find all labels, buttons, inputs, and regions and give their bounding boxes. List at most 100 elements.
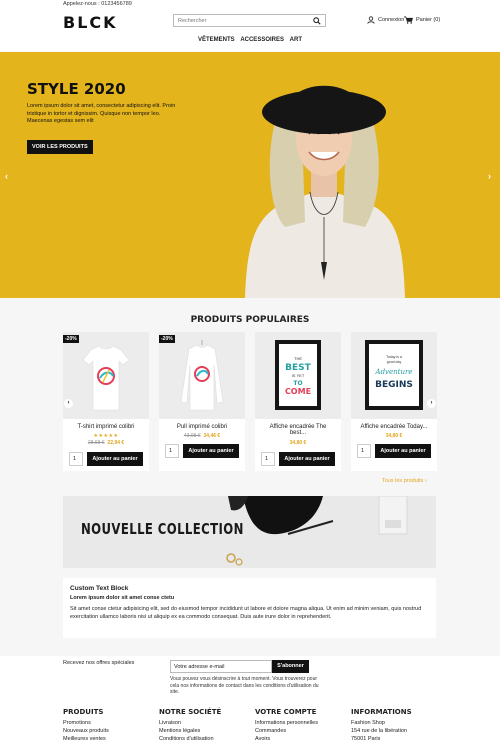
sweater-image	[180, 340, 224, 411]
product-prices: 43,08 €34,46 €	[159, 433, 245, 439]
hero-next-arrow[interactable]: ›	[488, 171, 491, 181]
custom-block-body: Sit amet conse ctetur adipisicing elit, …	[70, 606, 422, 620]
product-prices: 34,80 €	[255, 440, 341, 446]
products-next-arrow[interactable]: ›	[427, 399, 436, 408]
quantity-input[interactable]: 1	[165, 444, 179, 458]
product-prices: 28,68 €22,94 €	[63, 440, 149, 446]
poster-line: BEST	[285, 363, 311, 373]
poster-line: IS YET	[292, 373, 305, 378]
footer-info: Fashion Shop	[351, 720, 385, 726]
footer-heading: VOTRE COMPTE	[255, 708, 317, 716]
add-to-cart-button[interactable]: Ajouter au panier	[279, 452, 335, 466]
custom-text-block: Custom Text Block Lorem ipsum dolor sit …	[63, 578, 436, 638]
add-to-cart-button[interactable]: Ajouter au panier	[375, 444, 431, 458]
product-card[interactable]: THE BEST IS YET TO COME Affiche encadrée…	[255, 332, 341, 471]
footer-link[interactable]: Avoirs	[255, 735, 318, 743]
poster-image: Today is a good day Adventure BEGINS	[365, 340, 423, 410]
all-products-link[interactable]: Tous les produits ›	[382, 478, 427, 484]
quantity-input[interactable]: 1	[69, 452, 83, 466]
poster-line: BEGINS	[375, 380, 413, 390]
discount-badge: -20%	[63, 335, 79, 343]
cart-link[interactable]: Panier (0)	[404, 16, 440, 24]
product-name[interactable]: T-shirt imprimé colibri	[63, 424, 149, 430]
nav-item-accessoires[interactable]: ACCESSOIRES	[240, 37, 284, 43]
login-label: Connexion	[378, 17, 405, 23]
product-name[interactable]: Affiche encadrée The best...	[263, 424, 333, 436]
product-prices: 34,80 €	[351, 433, 437, 439]
product-name[interactable]: Affiche encadrée Today...	[351, 424, 437, 430]
hero-title: STYLE 2020	[27, 80, 126, 98]
footer-link[interactable]: Livraison	[159, 719, 221, 727]
phone-number: Appelez-nous : 0123456789	[63, 1, 132, 7]
newsletter-label: Recevez nos offres spéciales	[63, 660, 135, 666]
footer-info: 75001 Paris	[351, 736, 381, 742]
poster-line: THE	[294, 356, 302, 361]
product-card[interactable]: -20% Pull imprimé colibri 43,08 €34,46 €…	[159, 332, 245, 471]
new-collection-banner[interactable]: NOUVELLE COLLECTION	[63, 496, 436, 568]
cart-icon	[404, 16, 413, 24]
newsletter-note: Vous pouvez vous désinscrire à tout mome…	[170, 676, 319, 695]
old-price: 43,08 €	[183, 433, 201, 439]
tshirt-image	[82, 345, 130, 411]
logo[interactable]: BLCK	[63, 13, 118, 32]
poster-image: THE BEST IS YET TO COME	[275, 340, 321, 410]
subscribe-button[interactable]: S'abonner	[272, 660, 309, 673]
product-image[interactable]: THE BEST IS YET TO COME	[255, 332, 341, 419]
newsletter-email-input[interactable]: Votre adresse e-mail	[170, 660, 272, 673]
footer-column-account: VOTRE COMPTE Informations personnelles C…	[255, 708, 318, 743]
price: 34,80 €	[289, 440, 307, 446]
product-image[interactable]: Today is a good day Adventure BEGINS	[351, 332, 437, 419]
old-price: 28,68 €	[87, 440, 105, 446]
nav-item-vetements[interactable]: VÊTEMENTS	[198, 37, 235, 43]
footer-heading: NOTRE SOCIÉTÉ	[159, 708, 222, 716]
nav-item-art[interactable]: ART	[290, 37, 302, 43]
poster-line: Adventure	[375, 368, 413, 376]
footer-link[interactable]: Commandes	[255, 727, 318, 735]
poster-line: COME	[285, 387, 311, 396]
cart-label: Panier (0)	[416, 17, 441, 23]
search-input[interactable]	[174, 15, 304, 26]
add-to-cart-button[interactable]: Ajouter au panier	[183, 444, 239, 458]
banner-text: NOUVELLE COLLECTION	[81, 520, 244, 538]
product-image[interactable]	[63, 332, 149, 419]
poster-line: Today is a	[386, 355, 402, 359]
footer-link[interactable]: Nouveaux produits	[63, 727, 109, 735]
custom-block-subtitle: Lorem ipsum dolor sit amet conse ctetu	[70, 595, 175, 601]
quantity-input[interactable]: 1	[357, 444, 371, 458]
product-card[interactable]: -20% T-shirt imprimé colibri ★★★★★ 28,68…	[63, 332, 149, 471]
footer-heading: PRODUITS	[63, 708, 104, 716]
poster-line: TO	[293, 380, 302, 387]
footer-link[interactable]: Informations personnelles	[255, 719, 318, 727]
rating-stars: ★★★★★	[93, 433, 119, 439]
footer-link[interactable]: Mentions légales	[159, 727, 221, 735]
products-prev-arrow[interactable]: ‹	[64, 399, 73, 408]
quantity-input[interactable]: 1	[261, 452, 275, 466]
product-card[interactable]: Today is a good day Adventure BEGINS Aff…	[351, 332, 437, 471]
user-icon	[367, 16, 375, 24]
login-link[interactable]: Connexion	[367, 16, 404, 24]
footer-column-company: NOTRE SOCIÉTÉ Livraison Mentions légales…	[159, 708, 221, 743]
footer-link[interactable]: Conditions d'utilisation	[159, 735, 221, 743]
main-nav: VÊTEMENTS ACCESSOIRES ART	[0, 37, 500, 43]
view-products-button[interactable]: VOIR LES PRODUITS	[27, 140, 93, 154]
price: 34,46 €	[203, 433, 221, 439]
footer-column-info: INFORMATIONS Fashion Shop 154 rue de la …	[351, 708, 412, 743]
custom-block-title: Custom Text Block	[70, 585, 129, 592]
popular-products-title: PRODUITS POPULAIRES	[190, 315, 310, 325]
poster-line: good day	[387, 360, 402, 364]
price: 34,80 €	[385, 433, 403, 439]
footer-link[interactable]: Promotions	[63, 719, 109, 727]
search-icon[interactable]	[313, 17, 321, 25]
product-name[interactable]: Pull imprimé colibri	[159, 424, 245, 430]
footer-column-products: PRODUITS Promotions Nouveaux produits Me…	[63, 708, 109, 743]
search-bar[interactable]	[173, 14, 326, 27]
product-image[interactable]	[159, 332, 245, 419]
hero-slider: STYLE 2020 Lorem ipsum dolor sit amet, c…	[0, 52, 500, 298]
footer-heading: INFORMATIONS	[351, 708, 412, 716]
hero-image	[245, 85, 405, 298]
add-to-cart-button[interactable]: Ajouter au panier	[87, 452, 143, 466]
hero-prev-arrow[interactable]: ‹	[5, 171, 8, 181]
footer-info: 154 rue de la libération	[351, 728, 407, 734]
price: 22,94 €	[107, 440, 125, 446]
footer-link[interactable]: Meilleures ventes	[63, 735, 109, 743]
